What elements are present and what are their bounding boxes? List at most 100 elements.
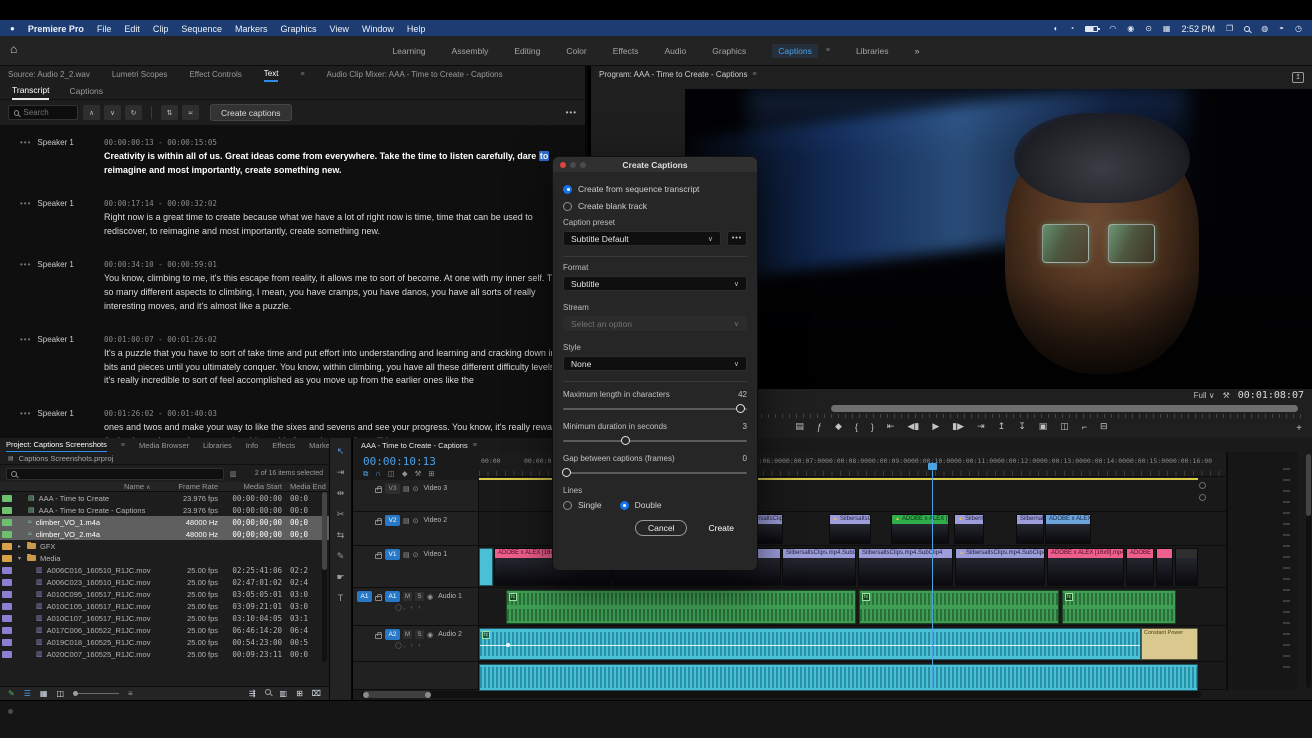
add-marker-icon[interactable]: ◆ [835,421,842,432]
transcript-speaker[interactable]: ••• Speaker 1 [20,138,104,178]
keyframe-nav-icons[interactable]: ◯‚ ‹ › [395,642,475,649]
track-visibility-icon[interactable]: ⊙ [413,485,419,493]
audio-clip[interactable]: fx [1062,590,1176,624]
project-row[interactable]: ▥ A010C107_160517_R1JC.mov 25.00 fps 03:10:… [0,612,329,624]
audio-clip[interactable]: fx [859,590,1059,624]
keyboard-icon[interactable]: ◔ [1069,24,1074,33]
program-monitor-tab[interactable]: Program: AAA - Time to Create - Captions [599,67,748,81]
menu-item-clip[interactable]: Clip [153,24,169,34]
audio-clip-music[interactable] [479,664,1198,691]
label-color-chip[interactable] [2,518,12,526]
project-breadcrumb[interactable]: Captions Screenshots.prproj [19,454,114,463]
razor-tool-icon[interactable]: ✂ [337,509,345,520]
workspace-menu-icon[interactable]: ≡ [826,47,830,54]
label-color-chip[interactable] [2,494,12,502]
panel-menu-icon[interactable]: ≡ [300,71,304,78]
mark-out-icon[interactable]: } [871,422,874,432]
hand-tool-icon[interactable]: ☛ [336,572,344,583]
transcript-search-field[interactable] [23,108,72,117]
collapse-audio-tracks-button[interactable] [1199,494,1206,501]
track-target-a1[interactable]: A1 [385,591,400,602]
project-writable-icon[interactable]: ✎ [8,689,15,698]
playhead[interactable] [932,462,933,688]
workspace-overflow-icon[interactable]: » [915,46,920,56]
panel-tab-info[interactable]: Info [246,438,259,452]
track-lock-icon[interactable] [375,517,382,525]
video-clip[interactable] [1156,548,1173,586]
lines-option-double[interactable]: Double [619,500,662,510]
project-row[interactable]: ▸ GFX [0,540,329,552]
panel-menu-icon[interactable]: ≡ [121,442,125,449]
label-color-chip[interactable] [2,638,12,646]
track-target-v2[interactable]: V2 [385,515,400,526]
expand-icon[interactable]: ▸ [16,543,23,550]
zoom-level-select[interactable]: Full ∨ [1194,391,1215,400]
label-color-chip[interactable] [2,530,12,538]
video-clip[interactable]: ▲ADOBE x ALEX [16x9] [891,514,949,544]
collapse-speakers-icon[interactable]: ≍ [182,105,199,120]
time-machine-icon[interactable]: ⊙ [1145,24,1152,33]
panel-tab-project-captions-screenshots[interactable]: Project: Captions Screenshots [6,438,107,452]
list-view-icon[interactable]: ☰ [24,689,31,698]
voiceover-record-icon[interactable]: ◉ [427,593,433,601]
project-row[interactable]: ▥ A006C023_160510_R1JC.mov 25.00 fps 02:47:… [0,576,329,588]
source-patch-empty[interactable] [357,629,372,640]
label-color-chip[interactable] [2,614,12,622]
lines-option-single[interactable]: Single [563,500,602,510]
comparison-view-icon[interactable]: ◫ [1060,421,1069,432]
panel-tab-lumetri-scopes[interactable]: Lumetri Scopes [112,67,168,81]
snap-icon[interactable]: ∩ [375,469,380,479]
menu-item-edit[interactable]: Edit [124,24,140,34]
subtab-transcript[interactable]: Transcript [12,82,50,100]
wifi-icon[interactable]: ◠ [1109,24,1116,33]
workspace-tab-effects[interactable]: Effects [613,46,639,56]
menu-item-file[interactable]: File [97,24,112,34]
clear-icon[interactable]: ⌧ [312,689,321,698]
project-row[interactable]: ▥ A020C007_160525_R1JC.mov 25.00 fps 00:09:… [0,648,329,660]
track-visibility-icon[interactable]: ⊙ [413,517,419,525]
label-color-chip[interactable] [2,578,12,586]
nest-toggle-icon[interactable]: ⧉ [363,469,368,479]
sync-lock-icon[interactable]: ▤ [403,551,410,559]
solo-button[interactable]: S [415,630,424,639]
video-clip[interactable] [479,548,493,586]
workspace-tab-assembly[interactable]: Assembly [452,46,489,56]
collapse-video-tracks-button[interactable] [1199,482,1206,489]
go-to-in-icon[interactable]: ⇤ [887,421,895,432]
trim-icon[interactable]: ⊟ [1100,421,1108,432]
collapse-icon[interactable]: ▾ [16,555,23,562]
track-header-v1[interactable]: V1 ▤ ⊙ Video 1 [353,546,479,588]
project-row[interactable]: ▤ AAA - Time to Create - Captions 23.976 f… [0,504,329,516]
project-scrollbar[interactable] [322,492,327,662]
retranscribe-icon[interactable]: ↻ [125,105,142,120]
mute-button[interactable]: M [403,592,412,601]
transcript-speaker[interactable]: ••• Speaker 1 [20,409,104,438]
transcript-segment[interactable]: ••• Speaker 1 00:00:00:13 - 00:00:15:05 Cre… [0,130,585,191]
transcript-segment[interactable]: ••• Speaker 1 00:00:34:10 - 00:00:59:01 You… [0,252,585,327]
ripple-edit-tool-icon[interactable]: ⇹ [337,488,345,499]
clock-icon[interactable]: ◷ [1295,24,1302,33]
source-patch-empty[interactable] [357,549,372,560]
panel-tab-effect-controls[interactable]: Effect Controls [189,67,241,81]
segment-text[interactable]: Right now is a great time to create beca… [104,211,577,239]
record-icon[interactable]: ◉ [1127,24,1134,33]
track-header-a2[interactable]: A2 M S ◉ Audio 2 ◯‚ ‹ › [353,626,479,662]
zoom-slider[interactable] [73,691,119,696]
panel-tab-media-browser[interactable]: Media Browser [139,438,189,452]
project-row[interactable]: ≈ climber_VO_1.m4a 48000 Hz 00;00;00;00 00;0 [0,516,329,528]
panel-tab-effects[interactable]: Effects [272,438,295,452]
video-clip[interactable]: SilbersaltsClips.mp4.SubClip [782,548,856,586]
transcript-speaker[interactable]: ••• Speaker 1 [20,260,104,314]
create-from-transcript-option[interactable]: Create from sequence transcript [563,184,747,194]
track-header-v2[interactable]: V2 ▤ ⊙ Video 2 [353,512,479,546]
source-patch-empty[interactable] [357,483,372,494]
transcript-speaker[interactable]: ••• Speaker 1 [20,335,104,389]
segment-text[interactable]: It's a puzzle that you have to sort of t… [104,347,577,389]
slider-handle[interactable] [561,468,571,477]
step-forward-icon[interactable]: ▮▶ [952,421,964,432]
workspace-tab-learning[interactable]: Learning [392,46,425,56]
style-select[interactable]: None ∨ [563,356,747,371]
timeline-horizontal-scrollbar[interactable] [361,691,1201,698]
new-item-icon[interactable]: ⊞ [296,689,303,698]
video-clip[interactable]: SilbersaltsClips.mp4.SubClip4 [858,548,953,586]
